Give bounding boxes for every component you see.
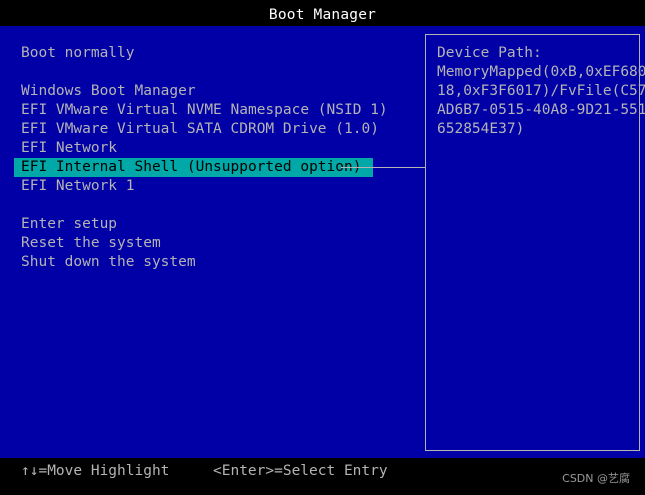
select-entry-hint: <Enter>=Select Entry [213, 463, 388, 479]
watermark: CSDN @艺腐 [562, 472, 630, 485]
window-title: Boot Manager [0, 0, 645, 26]
highlight-connector-line [341, 167, 425, 168]
menu-item-windows-boot-manager[interactable]: Windows Boot Manager [14, 82, 208, 101]
device-path-line: MemoryMapped(0xB,0xEF680 [437, 64, 645, 80]
device-path-label: Device Path: [437, 45, 542, 61]
menu-item-internal-shell[interactable]: EFI Internal Shell (Unsupported option) [14, 158, 374, 177]
device-path-line: AD6B7-0515-40A8-9D21-551 [437, 102, 645, 118]
boot-menu-screen: Boot normally Windows Boot Manager EFI V… [0, 26, 645, 458]
move-highlight-hint: ↑↓=Move Highlight [21, 463, 170, 479]
menu-item-efi-network[interactable]: EFI Network [14, 139, 129, 158]
device-path-value: MemoryMapped(0xB,0xEF680 18,0xF3F6017)/F… [437, 63, 645, 139]
device-path-line: 652854E37) [437, 121, 525, 137]
menu-item-efi-network-1[interactable]: EFI Network 1 [14, 177, 147, 196]
menu-item-enter-setup[interactable]: Enter setup [14, 215, 129, 234]
menu-item-shut-down[interactable]: Shut down the system [14, 253, 208, 272]
device-path-panel: Device Path: MemoryMapped(0xB,0xEF680 18… [425, 34, 645, 451]
menu-item-sata-cdrom[interactable]: EFI VMware Virtual SATA CDROM Drive (1.0… [14, 120, 391, 139]
menu-item-nvme-namespace[interactable]: EFI VMware Virtual NVME Namespace (NSID … [14, 101, 400, 120]
menu-item-reset-system[interactable]: Reset the system [14, 234, 173, 253]
key-hint-bar: ↑↓=Move Highlight <Enter>=Select Entry C… [0, 458, 645, 495]
menu-item-boot-normally[interactable]: Boot normally [14, 44, 147, 63]
device-path-line: 18,0xF3F6017)/FvFile(C57 [437, 83, 645, 99]
